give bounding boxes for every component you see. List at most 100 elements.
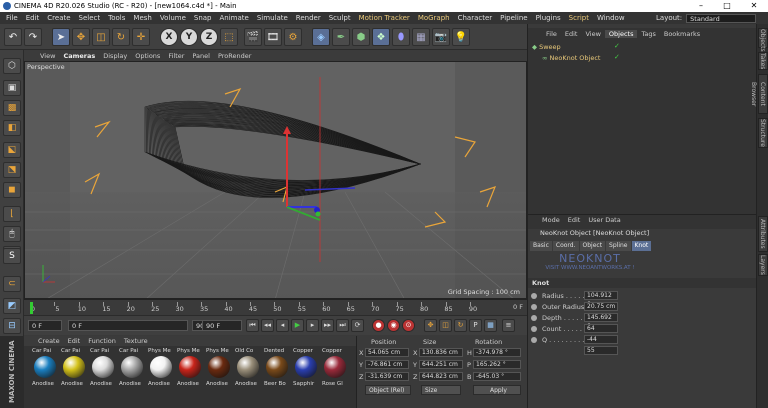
tweak-mode-icon[interactable]: 🖱	[3, 226, 21, 242]
visibility-check-icon[interactable]: ✓	[614, 42, 620, 50]
attribute-menu-edit[interactable]: Edit	[564, 216, 585, 224]
viewport-menu-display[interactable]: Display	[99, 52, 131, 60]
viewport-menu-cameras[interactable]: Cameras	[59, 52, 99, 60]
subdivision-surface-icon[interactable]: ⬢	[352, 28, 370, 46]
menu-render[interactable]: Render	[292, 12, 325, 24]
size-field[interactable]: 644.251 cm	[419, 360, 463, 369]
viewport-menu-filter[interactable]: Filter	[164, 52, 188, 60]
animate-parameter-icon[interactable]	[531, 293, 537, 299]
scene-floor-icon[interactable]: ▦	[412, 28, 430, 46]
menu-animate[interactable]: Animate	[216, 12, 253, 24]
render-picture-viewer-icon[interactable]: 🎞	[264, 28, 282, 46]
size-field[interactable]: 644.823 cm	[419, 372, 463, 381]
polygons-mode-icon[interactable]: ◼	[3, 182, 21, 198]
magnet-icon[interactable]: ⊂	[3, 276, 21, 292]
material-swatch[interactable]: Phys Me Anodise	[177, 348, 204, 392]
z-axis-lock-icon[interactable]: Z	[200, 28, 218, 46]
maximize-button[interactable]: □	[716, 0, 738, 12]
material-swatch[interactable]: Car Pai Anodise	[61, 348, 88, 392]
playhead[interactable]	[30, 302, 33, 314]
camera-icon[interactable]: 📷	[432, 28, 450, 46]
loop-icon[interactable]: ⟳	[351, 319, 364, 332]
record-keys-icon[interactable]: ●	[372, 319, 385, 332]
axis-mode-icon[interactable]: ⌊	[3, 206, 21, 222]
size-mode-dropdown[interactable]: Size	[421, 385, 461, 395]
rotation-field[interactable]: 165.262 °	[473, 360, 521, 369]
current-frame-field[interactable]: 0 F	[28, 320, 62, 331]
attribute-tab-coord[interactable]: Coord.	[552, 241, 579, 251]
autokey-icon[interactable]: ◉	[387, 319, 400, 332]
deformer-icon[interactable]: ⬮	[392, 28, 410, 46]
solo-icon[interactable]: S	[3, 248, 21, 264]
material-swatch[interactable]: Phys Me Anodise	[148, 348, 175, 392]
viewport-3d[interactable]: Perspective Grid Spacing : 100 cm	[24, 61, 527, 299]
move-icon[interactable]: ✥	[72, 28, 90, 46]
side-tab-takes[interactable]: Takes	[758, 52, 768, 70]
material-menu-function[interactable]: Function	[84, 337, 120, 345]
planar-workplane-icon[interactable]: ⊟	[3, 318, 21, 334]
layout-dropdown[interactable]: Standard	[686, 13, 757, 23]
material-swatch[interactable]: Car Pai Anodise	[32, 348, 59, 392]
menu-mesh[interactable]: Mesh	[129, 12, 155, 24]
menu-mograph[interactable]: MoGraph	[414, 12, 454, 24]
parameter-value-field[interactable]: 55	[584, 346, 618, 355]
side-tab-layers[interactable]: Layers	[758, 254, 768, 276]
apply-button[interactable]: Apply	[473, 385, 521, 395]
render-settings-icon[interactable]: ⚙	[284, 28, 302, 46]
coordinate-system-icon[interactable]: ⬚	[220, 28, 238, 46]
attribute-menu-mode[interactable]: Mode	[538, 216, 564, 224]
menu-character[interactable]: Character	[454, 12, 497, 24]
attribute-menu-user-data[interactable]: User Data	[584, 216, 624, 224]
keyframe-selection-icon[interactable]: ⊙	[402, 319, 415, 332]
key-position-icon[interactable]: ✥	[424, 319, 437, 332]
next-key-icon[interactable]: ▸▸	[321, 319, 334, 332]
object-manager-tab-objects[interactable]: Objects	[604, 29, 638, 38]
points-mode-icon[interactable]: ⬕	[3, 142, 21, 158]
material-menu-create[interactable]: Create	[34, 337, 64, 345]
animate-parameter-icon[interactable]	[531, 337, 537, 343]
go-to-start-icon[interactable]: ⏮	[246, 319, 259, 332]
menu-create[interactable]: Create	[43, 12, 74, 24]
material-swatch[interactable]: Copper Sapphir	[293, 348, 320, 392]
viewport-menu-view[interactable]: View	[36, 52, 59, 60]
timeline-menu-icon[interactable]: ≡	[502, 319, 515, 332]
menu-plugins[interactable]: Plugins	[532, 12, 565, 24]
attribute-tab-spline[interactable]: Spline	[606, 241, 631, 251]
object-manager-tab-edit[interactable]: Edit	[561, 30, 582, 38]
play-icon[interactable]: ▶	[291, 319, 304, 332]
timeline[interactable]: 0 5 10 15 20 25 30 35 40 45 50 55 60 65 70 75 80 85 90 0 F	[24, 299, 527, 315]
material-menu-texture[interactable]: Texture	[120, 337, 152, 345]
animate-parameter-icon[interactable]	[531, 326, 537, 332]
rotation-field[interactable]: -374.978 °	[473, 348, 521, 357]
cube-primitive-icon[interactable]: ◈	[312, 28, 330, 46]
previous-key-icon[interactable]: ◂◂	[261, 319, 274, 332]
position-field[interactable]: -31.639 cm	[365, 372, 409, 381]
coordinate-mode-dropdown[interactable]: Object (Rel)	[365, 385, 411, 395]
viewport-menu-prorender[interactable]: ProRender	[214, 52, 255, 60]
menu-motion-tracker[interactable]: Motion Tracker	[355, 12, 414, 24]
animate-parameter-icon[interactable]	[531, 304, 537, 310]
generator-icon[interactable]: ❖	[372, 28, 390, 46]
material-swatch[interactable]: Copper Rose Gl	[322, 348, 349, 392]
go-to-end-icon[interactable]: ⏭	[336, 319, 349, 332]
minimize-button[interactable]: –	[690, 0, 712, 12]
material-swatch[interactable]: Car Pai Anodise	[119, 348, 146, 392]
rotation-field[interactable]: -645.03 °	[473, 372, 521, 381]
y-axis-lock-icon[interactable]: Y	[180, 28, 198, 46]
rotate-icon[interactable]: ↻	[112, 28, 130, 46]
key-rotation-icon[interactable]: ↻	[454, 319, 467, 332]
menu-snap[interactable]: Snap	[190, 12, 216, 24]
texture-mode-icon[interactable]: ▩	[3, 100, 21, 116]
close-button[interactable]: ✕	[743, 0, 765, 12]
recent-tools-icon[interactable]: ✛	[132, 28, 150, 46]
undo-icon[interactable]: ↶	[4, 28, 22, 46]
key-parameter-icon[interactable]: P	[469, 319, 482, 332]
make-editable-icon[interactable]: ⬡	[3, 58, 21, 74]
previous-frame-icon[interactable]: ◂	[276, 319, 289, 332]
object-row-sweep[interactable]: ◆ Sweep	[532, 42, 561, 52]
position-field[interactable]: -76.861 cm	[365, 360, 409, 369]
attribute-tab-knot[interactable]: Knot	[631, 241, 652, 251]
light-icon[interactable]: 💡	[452, 28, 470, 46]
lock-workplane-icon[interactable]: ◩	[3, 298, 21, 314]
menu-simulate[interactable]: Simulate	[253, 12, 292, 24]
